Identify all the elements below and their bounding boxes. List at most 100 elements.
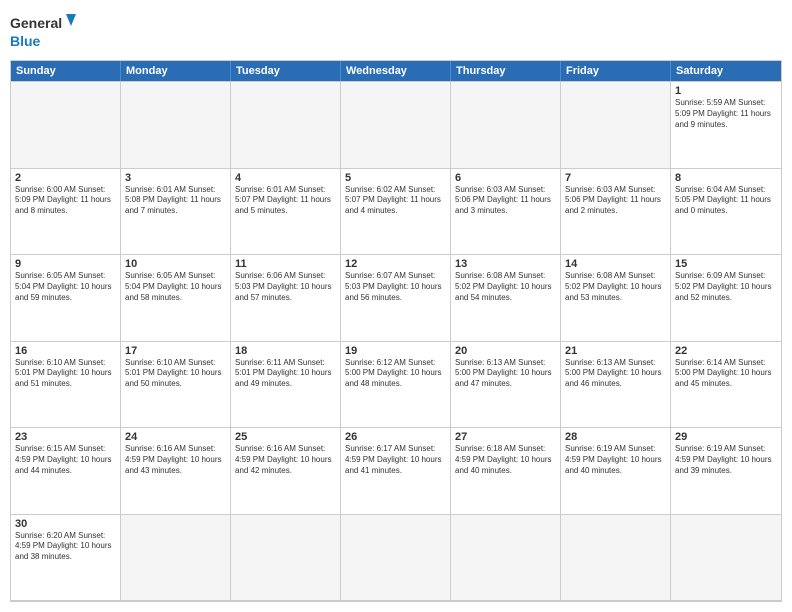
day-sun-info: Sunrise: 6:13 AM Sunset: 5:00 PM Dayligh… [455, 358, 556, 390]
day-number: 25 [235, 431, 336, 443]
day-cell-28: 28Sunrise: 6:19 AM Sunset: 4:59 PM Dayli… [561, 428, 671, 515]
day-number: 12 [345, 258, 446, 270]
day-number: 19 [345, 345, 446, 357]
day-sun-info: Sunrise: 6:09 AM Sunset: 5:02 PM Dayligh… [675, 271, 777, 303]
day-number: 18 [235, 345, 336, 357]
calendar-grid: 1Sunrise: 5:59 AM Sunset: 5:09 PM Daylig… [11, 81, 781, 601]
day-cell-27: 27Sunrise: 6:18 AM Sunset: 4:59 PM Dayli… [451, 428, 561, 515]
day-sun-info: Sunrise: 6:19 AM Sunset: 4:59 PM Dayligh… [565, 444, 666, 476]
svg-text:General: General [10, 15, 62, 31]
day-cell-26: 26Sunrise: 6:17 AM Sunset: 4:59 PM Dayli… [341, 428, 451, 515]
day-number: 16 [15, 345, 116, 357]
day-cell-7: 7Sunrise: 6:03 AM Sunset: 5:06 PM Daylig… [561, 169, 671, 256]
empty-cell [671, 515, 781, 602]
day-cell-11: 11Sunrise: 6:06 AM Sunset: 5:03 PM Dayli… [231, 255, 341, 342]
day-number: 22 [675, 345, 777, 357]
day-cell-9: 9Sunrise: 6:05 AM Sunset: 5:04 PM Daylig… [11, 255, 121, 342]
day-headers: SundayMondayTuesdayWednesdayThursdayFrid… [11, 61, 781, 81]
day-number: 6 [455, 172, 556, 184]
day-sun-info: Sunrise: 6:11 AM Sunset: 5:01 PM Dayligh… [235, 358, 336, 390]
calendar: SundayMondayTuesdayWednesdayThursdayFrid… [10, 60, 782, 602]
day-cell-16: 16Sunrise: 6:10 AM Sunset: 5:01 PM Dayli… [11, 342, 121, 429]
day-sun-info: Sunrise: 6:10 AM Sunset: 5:01 PM Dayligh… [125, 358, 226, 390]
day-number: 30 [15, 518, 116, 530]
logo-svg: General Blue [10, 10, 80, 54]
day-sun-info: Sunrise: 6:19 AM Sunset: 4:59 PM Dayligh… [675, 444, 777, 476]
day-cell-21: 21Sunrise: 6:13 AM Sunset: 5:00 PM Dayli… [561, 342, 671, 429]
day-header-wednesday: Wednesday [341, 61, 451, 81]
day-header-tuesday: Tuesday [231, 61, 341, 81]
day-sun-info: Sunrise: 6:18 AM Sunset: 4:59 PM Dayligh… [455, 444, 556, 476]
day-number: 24 [125, 431, 226, 443]
day-number: 15 [675, 258, 777, 270]
day-sun-info: Sunrise: 6:15 AM Sunset: 4:59 PM Dayligh… [15, 444, 116, 476]
day-cell-17: 17Sunrise: 6:10 AM Sunset: 5:01 PM Dayli… [121, 342, 231, 429]
empty-cell [341, 82, 451, 169]
empty-cell [121, 515, 231, 602]
day-sun-info: Sunrise: 6:05 AM Sunset: 5:04 PM Dayligh… [125, 271, 226, 303]
empty-cell [451, 82, 561, 169]
day-sun-info: Sunrise: 6:07 AM Sunset: 5:03 PM Dayligh… [345, 271, 446, 303]
empty-cell [231, 515, 341, 602]
day-cell-24: 24Sunrise: 6:16 AM Sunset: 4:59 PM Dayli… [121, 428, 231, 515]
day-cell-8: 8Sunrise: 6:04 AM Sunset: 5:05 PM Daylig… [671, 169, 781, 256]
day-cell-19: 19Sunrise: 6:12 AM Sunset: 5:00 PM Dayli… [341, 342, 451, 429]
empty-cell [561, 82, 671, 169]
day-number: 27 [455, 431, 556, 443]
empty-cell [341, 515, 451, 602]
day-number: 2 [15, 172, 116, 184]
day-sun-info: Sunrise: 6:14 AM Sunset: 5:00 PM Dayligh… [675, 358, 777, 390]
day-sun-info: Sunrise: 6:17 AM Sunset: 4:59 PM Dayligh… [345, 444, 446, 476]
logo: General Blue [10, 10, 80, 54]
day-sun-info: Sunrise: 6:13 AM Sunset: 5:00 PM Dayligh… [565, 358, 666, 390]
empty-cell [561, 515, 671, 602]
day-cell-5: 5Sunrise: 6:02 AM Sunset: 5:07 PM Daylig… [341, 169, 451, 256]
day-sun-info: Sunrise: 6:01 AM Sunset: 5:07 PM Dayligh… [235, 185, 336, 217]
day-cell-29: 29Sunrise: 6:19 AM Sunset: 4:59 PM Dayli… [671, 428, 781, 515]
day-number: 13 [455, 258, 556, 270]
day-cell-4: 4Sunrise: 6:01 AM Sunset: 5:07 PM Daylig… [231, 169, 341, 256]
day-sun-info: Sunrise: 6:02 AM Sunset: 5:07 PM Dayligh… [345, 185, 446, 217]
day-sun-info: Sunrise: 6:12 AM Sunset: 5:00 PM Dayligh… [345, 358, 446, 390]
day-sun-info: Sunrise: 6:20 AM Sunset: 4:59 PM Dayligh… [15, 531, 116, 563]
day-number: 21 [565, 345, 666, 357]
svg-text:Blue: Blue [10, 33, 41, 49]
day-number: 4 [235, 172, 336, 184]
day-sun-info: Sunrise: 6:16 AM Sunset: 4:59 PM Dayligh… [125, 444, 226, 476]
day-sun-info: Sunrise: 6:05 AM Sunset: 5:04 PM Dayligh… [15, 271, 116, 303]
day-cell-3: 3Sunrise: 6:01 AM Sunset: 5:08 PM Daylig… [121, 169, 231, 256]
day-cell-20: 20Sunrise: 6:13 AM Sunset: 5:00 PM Dayli… [451, 342, 561, 429]
day-sun-info: Sunrise: 5:59 AM Sunset: 5:09 PM Dayligh… [675, 98, 777, 130]
day-header-sunday: Sunday [11, 61, 121, 81]
day-cell-2: 2Sunrise: 6:00 AM Sunset: 5:09 PM Daylig… [11, 169, 121, 256]
day-cell-22: 22Sunrise: 6:14 AM Sunset: 5:00 PM Dayli… [671, 342, 781, 429]
day-number: 20 [455, 345, 556, 357]
day-sun-info: Sunrise: 6:00 AM Sunset: 5:09 PM Dayligh… [15, 185, 116, 217]
day-header-monday: Monday [121, 61, 231, 81]
day-number: 23 [15, 431, 116, 443]
day-cell-14: 14Sunrise: 6:08 AM Sunset: 5:02 PM Dayli… [561, 255, 671, 342]
day-number: 14 [565, 258, 666, 270]
day-number: 10 [125, 258, 226, 270]
day-number: 7 [565, 172, 666, 184]
day-cell-25: 25Sunrise: 6:16 AM Sunset: 4:59 PM Dayli… [231, 428, 341, 515]
day-cell-6: 6Sunrise: 6:03 AM Sunset: 5:06 PM Daylig… [451, 169, 561, 256]
page-header: General Blue [10, 10, 782, 54]
empty-cell [121, 82, 231, 169]
day-number: 17 [125, 345, 226, 357]
day-sun-info: Sunrise: 6:16 AM Sunset: 4:59 PM Dayligh… [235, 444, 336, 476]
day-number: 5 [345, 172, 446, 184]
day-cell-12: 12Sunrise: 6:07 AM Sunset: 5:03 PM Dayli… [341, 255, 451, 342]
day-cell-30: 30Sunrise: 6:20 AM Sunset: 4:59 PM Dayli… [11, 515, 121, 602]
empty-cell [451, 515, 561, 602]
day-sun-info: Sunrise: 6:10 AM Sunset: 5:01 PM Dayligh… [15, 358, 116, 390]
day-number: 28 [565, 431, 666, 443]
day-number: 11 [235, 258, 336, 270]
day-cell-1: 1Sunrise: 5:59 AM Sunset: 5:09 PM Daylig… [671, 82, 781, 169]
day-header-thursday: Thursday [451, 61, 561, 81]
day-cell-13: 13Sunrise: 6:08 AM Sunset: 5:02 PM Dayli… [451, 255, 561, 342]
day-sun-info: Sunrise: 6:03 AM Sunset: 5:06 PM Dayligh… [455, 185, 556, 217]
day-header-friday: Friday [561, 61, 671, 81]
day-number: 8 [675, 172, 777, 184]
day-number: 26 [345, 431, 446, 443]
